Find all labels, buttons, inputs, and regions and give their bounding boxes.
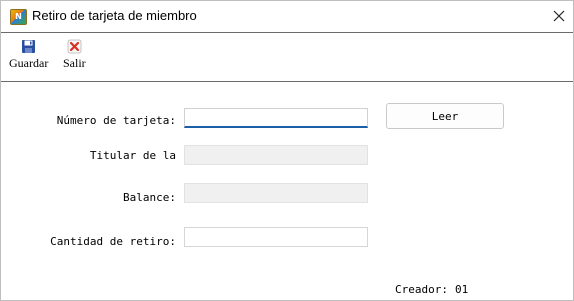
toolbar: Guardar Salir — [1, 32, 573, 82]
balance-field — [184, 183, 368, 203]
withdraw-amount-input[interactable] — [184, 227, 368, 247]
balance-label: Balance: — [123, 191, 176, 204]
save-icon — [22, 40, 36, 53]
read-button[interactable]: Leer — [386, 103, 504, 129]
save-button[interactable]: Guardar — [9, 39, 48, 71]
window-title: Retiro de tarjeta de miembro — [32, 8, 197, 23]
app-icon: N — [10, 9, 27, 25]
title-bar: N Retiro de tarjeta de miembro — [1, 1, 573, 31]
creator-label: Creador: — [395, 283, 448, 296]
window: N Retiro de tarjeta de miembro Guardar S… — [0, 0, 574, 301]
close-icon — [553, 10, 565, 22]
save-label: Guardar — [9, 56, 49, 70]
read-button-label: Leer — [431, 109, 459, 123]
withdraw-amount-label: Cantidad de retiro: — [50, 235, 176, 248]
card-number-label: Número de tarjeta: — [56, 114, 176, 127]
close-button[interactable] — [545, 3, 573, 29]
holder-field — [184, 145, 368, 165]
holder-label: Titular de la — [89, 149, 176, 162]
exit-label: Salir — [63, 56, 86, 70]
card-number-input[interactable] — [184, 108, 368, 128]
creator-value: 01 — [455, 283, 469, 296]
exit-button[interactable]: Salir — [63, 39, 86, 71]
exit-icon — [67, 39, 82, 54]
